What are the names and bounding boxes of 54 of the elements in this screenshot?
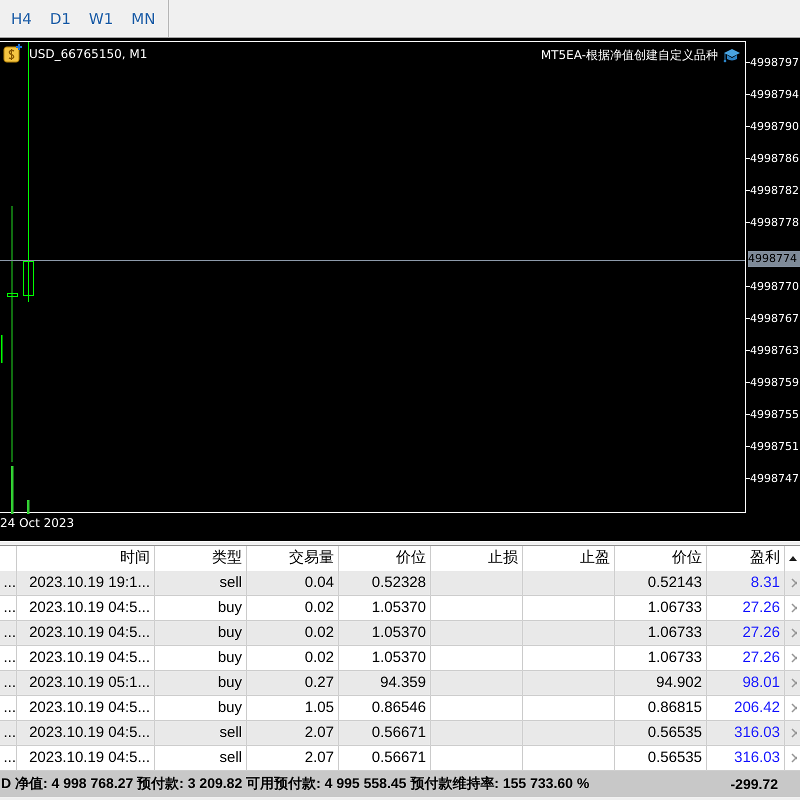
account-summary: D 净值: 4 998 768.27 预付款: 3 209.82 可用预付款: 4 995 558.45 预付款维持率: 155 733.60 %: [1, 775, 590, 793]
table-cell: ...: [0, 671, 17, 696]
table-cell: 1.06733: [615, 621, 707, 646]
table-cell: 2023.10.19 04:5...: [17, 621, 155, 646]
timeframe-tab[interactable]: W1: [80, 6, 122, 32]
table-cell: 2023.10.19 04:5...: [17, 721, 155, 746]
table-cell: 316.03: [707, 721, 785, 746]
timeframe-tab[interactable]: MN: [122, 6, 164, 32]
table-cell: 0.52143: [615, 571, 707, 596]
table-cell: 1.05370: [339, 621, 431, 646]
table-cell: 0.56535: [615, 721, 707, 746]
price-axis-label: 4998755: [750, 408, 799, 420]
timeframe-tab[interactable]: D1: [40, 6, 80, 32]
table-cell: 2023.10.19 05:1...: [17, 671, 155, 696]
current-price-label: 4998774: [748, 251, 800, 267]
price-axis-label: 4998797: [750, 56, 799, 68]
table-cell: 27.26: [707, 621, 785, 646]
price-axis-label: 4998759: [750, 376, 799, 388]
table-cell: 2023.10.19 19:1...: [17, 571, 155, 596]
price-axis-label: 4998790: [750, 120, 799, 132]
price-axis-label: 4998763: [750, 344, 799, 356]
table-cell: ...: [0, 621, 17, 646]
table-cell: ...: [0, 721, 17, 746]
table-cell: 0.52328: [339, 571, 431, 596]
table-cell: 0.27: [247, 671, 339, 696]
chart-symbol-label: USD_66765150, M1: [29, 47, 148, 61]
expert-name-label: MT5EA-根据净值创建自定义品种: [540, 47, 718, 64]
price-axis-label: 4998770: [750, 280, 799, 292]
timeframe-tab[interactable]: H4: [2, 6, 41, 32]
table-cell: sell: [155, 721, 247, 746]
table-cell: 94.359: [339, 671, 431, 696]
table-cell: 0.02: [247, 621, 339, 646]
price-axis-label: 4998767: [750, 312, 799, 324]
price-axis-label: 4998778: [750, 216, 799, 228]
price-axis-label: 4998747: [750, 472, 799, 484]
price-axis-label: 4998751: [750, 440, 799, 452]
table-cell: 94.902: [615, 671, 707, 696]
price-axis-label: 4998782: [750, 184, 799, 196]
table-cell: sell: [155, 571, 247, 596]
table-cell: buy: [155, 671, 247, 696]
graduation-cap-icon: [723, 48, 741, 64]
table-cell: 8.31: [707, 571, 785, 596]
sort-icon[interactable]: [789, 556, 797, 561]
table-cell: buy: [155, 621, 247, 646]
table-cell: ...: [0, 571, 17, 596]
price-axis-label: 4998786: [750, 152, 799, 164]
total-profit: -299.72: [730, 776, 778, 792]
table-cell: 2.07: [247, 721, 339, 746]
symbol-icon: [3, 44, 23, 64]
table-cell: 0.04: [247, 571, 339, 596]
date-axis-label: 24 Oct 2023: [0, 516, 74, 530]
price-axis-label: 4998794: [750, 88, 799, 100]
table-cell: 98.01: [707, 671, 785, 696]
table-cell: 0.56671: [339, 721, 431, 746]
